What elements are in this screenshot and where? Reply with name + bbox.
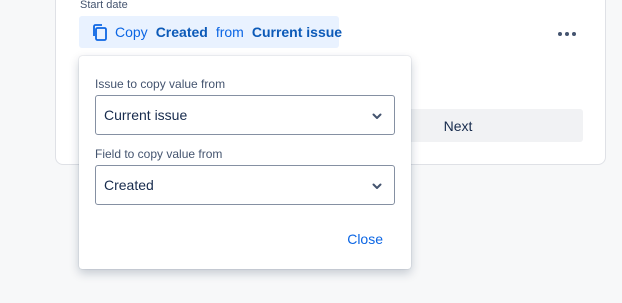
field-select[interactable]: Created <box>95 165 395 205</box>
copy-connector: from <box>215 24 244 40</box>
page: Start date Copy Created from Current iss… <box>0 0 622 303</box>
copy-icon <box>91 23 109 41</box>
issue-select[interactable]: Current issue <box>95 95 395 135</box>
copy-source: Current issue <box>251 24 343 40</box>
issue-select-label: Issue to copy value from <box>95 77 226 91</box>
copy-prefix: Copy <box>115 24 148 40</box>
chevron-down-icon <box>370 179 384 193</box>
field-select-label: Field to copy value from <box>95 147 223 161</box>
close-button[interactable]: Close <box>347 231 383 247</box>
copy-value-popup: Issue to copy value from Current issue F… <box>79 56 411 269</box>
copy-field-name: Created <box>155 24 208 40</box>
more-actions-button[interactable] <box>554 24 580 40</box>
field-select-value: Created <box>104 177 154 193</box>
issue-select-value: Current issue <box>104 107 188 123</box>
more-horizontal-icon <box>557 23 578 41</box>
copy-value-chip[interactable]: Copy Created from Current issue <box>79 16 343 48</box>
start-date-label: Start date <box>80 0 128 11</box>
chevron-down-icon <box>370 109 384 123</box>
